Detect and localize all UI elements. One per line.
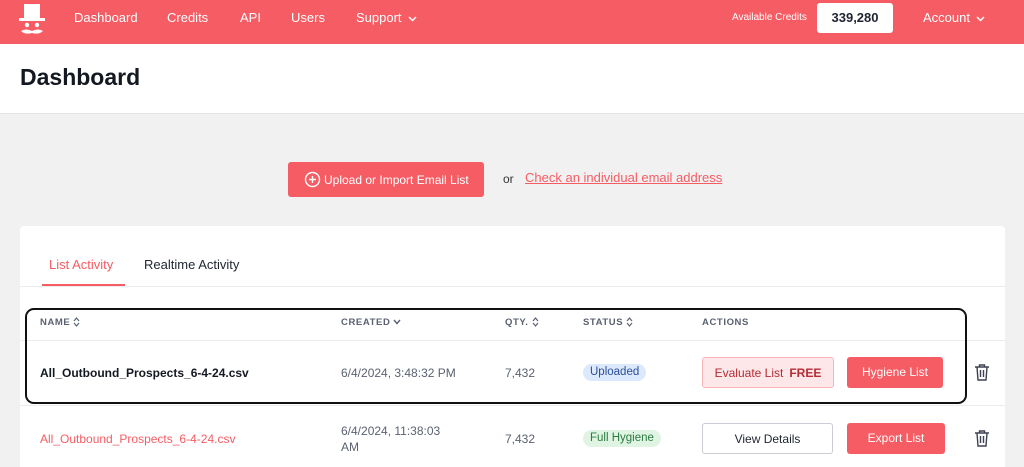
- nav-credits[interactable]: Credits: [167, 0, 208, 36]
- view-details-button[interactable]: View Details: [702, 423, 833, 454]
- logo-icon[interactable]: [15, 3, 49, 39]
- tabs-divider: [20, 286, 1005, 287]
- nav-dashboard[interactable]: Dashboard: [74, 0, 138, 36]
- chevron-down-icon: [393, 320, 401, 326]
- column-header-status[interactable]: STATUS: [583, 317, 633, 328]
- row-1-name: All_Outbound_Prospects_6-4-24.csv: [40, 366, 249, 380]
- column-header-actions: ACTIONS: [702, 317, 749, 328]
- trash-icon[interactable]: [974, 429, 990, 447]
- sort-icon: [626, 317, 633, 328]
- page-header: Dashboard: [0, 44, 1024, 114]
- column-header-name[interactable]: NAME: [40, 317, 80, 328]
- column-header-qty-label: QTY.: [505, 317, 529, 328]
- row-2-qty: 7,432: [505, 432, 536, 446]
- row-divider: [20, 405, 1005, 406]
- row-2-created-line1: 6/4/2024, 11:38:03: [341, 424, 441, 438]
- free-tag: FREE: [789, 366, 822, 380]
- sort-icon: [73, 317, 80, 328]
- or-text: or: [503, 172, 514, 186]
- evaluate-list-label: Evaluate List: [714, 366, 784, 380]
- row-1-qty: 7,432: [505, 366, 536, 380]
- chevron-down-icon: [408, 16, 417, 22]
- credits-count: 339,280: [817, 3, 893, 33]
- row-2-created-line2: AM: [341, 440, 359, 454]
- nav-account[interactable]: Account: [923, 0, 985, 36]
- column-header-qty[interactable]: QTY.: [505, 317, 539, 328]
- row-1-status-badge: Uploaded: [583, 364, 647, 381]
- column-header-status-label: STATUS: [583, 317, 624, 328]
- page-title: Dashboard: [20, 64, 141, 90]
- nav-account-label: Account: [923, 10, 970, 25]
- upload-import-label: Upload or Import Email List: [324, 172, 469, 187]
- column-header-created-label: CREATED: [341, 317, 391, 328]
- available-credits-label: Available Credits: [732, 12, 807, 23]
- export-list-button[interactable]: Export List: [847, 423, 945, 454]
- header-divider: [20, 340, 1005, 341]
- row-1-created: 6/4/2024, 3:48:32 PM: [341, 366, 456, 380]
- nav-api[interactable]: API: [240, 0, 261, 36]
- upload-import-button[interactable]: Upload or Import Email List: [288, 162, 484, 197]
- check-email-link[interactable]: Check an individual email address: [525, 170, 722, 185]
- chevron-down-icon: [976, 16, 985, 22]
- top-nav: Dashboard Credits API Users Support Avai…: [0, 0, 1024, 44]
- hygiene-list-button[interactable]: Hygiene List: [847, 357, 943, 388]
- evaluate-list-button[interactable]: Evaluate List FREE: [702, 357, 834, 388]
- trash-icon[interactable]: [974, 363, 990, 381]
- nav-users[interactable]: Users: [291, 0, 325, 36]
- tab-list-activity[interactable]: List Activity: [49, 257, 113, 272]
- nav-support-label: Support: [356, 10, 402, 25]
- column-header-name-label: NAME: [40, 317, 71, 328]
- row-2-name-link[interactable]: All_Outbound_Prospects_6-4-24.csv: [40, 432, 235, 446]
- column-header-created[interactable]: CREATED: [341, 317, 401, 328]
- row-2-status-badge: Full Hygiene: [583, 430, 661, 447]
- plus-circle-icon: [304, 171, 321, 188]
- nav-support[interactable]: Support: [356, 0, 417, 36]
- tab-realtime-activity[interactable]: Realtime Activity: [144, 257, 239, 272]
- sort-icon: [532, 317, 538, 328]
